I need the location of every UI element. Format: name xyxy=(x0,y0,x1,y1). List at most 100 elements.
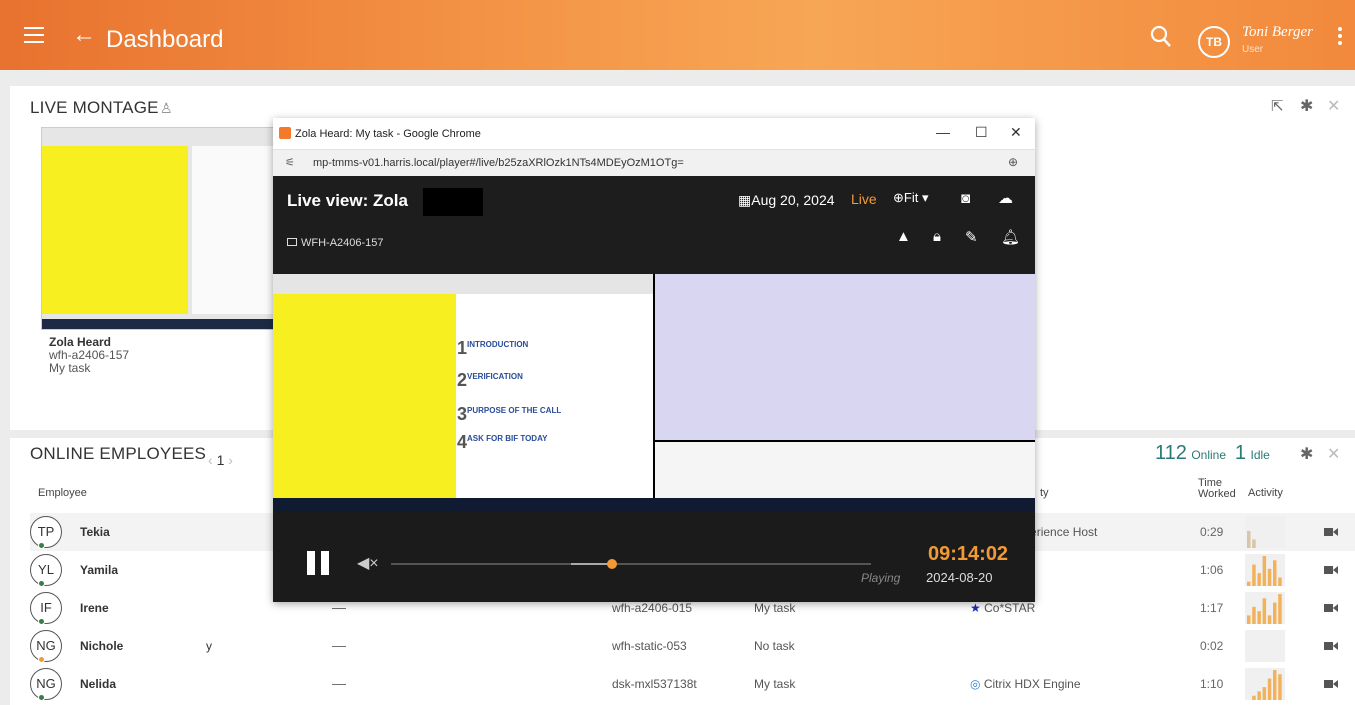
employee-name[interactable]: Nichole xyxy=(80,639,123,653)
more-options-icon[interactable] xyxy=(1338,27,1342,48)
montage-tile-task: My task xyxy=(49,361,91,375)
activity-sparkline[interactable] xyxy=(1245,592,1285,624)
user-avatar[interactable]: TB xyxy=(1198,26,1230,58)
calendar-date[interactable]: ▦Aug 20, 2024 xyxy=(738,192,835,209)
employee-name[interactable]: Yamila xyxy=(80,563,118,577)
employee-name[interactable]: Nelida xyxy=(80,677,116,691)
video-camera-icon[interactable] xyxy=(1324,678,1338,690)
activity-bar xyxy=(1247,530,1251,548)
site-settings-icon[interactable]: ⚟ xyxy=(285,156,295,169)
lock-icon[interactable]: 🔒︎ xyxy=(933,228,941,245)
settings-icon[interactable]: ✱ xyxy=(1300,96,1313,116)
cloud-icon[interactable]: ☁ xyxy=(998,189,1013,207)
activity-bar xyxy=(1257,573,1261,586)
playback-date: 2024-08-20 xyxy=(926,570,993,585)
camera-icon[interactable]: ◙ xyxy=(961,190,970,207)
next-page-button[interactable]: › xyxy=(228,452,233,468)
fit-dropdown[interactable]: ⊕Fit ▾ xyxy=(893,190,928,206)
activity-bar xyxy=(1267,678,1272,700)
employees-close-icon[interactable]: ✕ xyxy=(1327,444,1340,464)
employee-host: wfh-a2406-015 xyxy=(612,601,693,615)
maximize-icon[interactable]: ☐ xyxy=(975,124,988,141)
column-activity[interactable]: Activity xyxy=(1248,487,1283,499)
mute-icon[interactable]: ◀× xyxy=(357,553,379,573)
activity-bar xyxy=(1252,695,1256,700)
playback-slider[interactable] xyxy=(391,559,871,569)
column-employee[interactable]: Employee xyxy=(38,487,87,499)
employee-avatar[interactable]: TP xyxy=(30,516,62,548)
online-employees-title: ONLINE EMPLOYEES xyxy=(30,444,207,463)
zoom-icon[interactable]: ⊕ xyxy=(1008,155,1018,169)
video-camera-icon[interactable] xyxy=(1324,640,1338,652)
activity-sparkline[interactable] xyxy=(1245,516,1285,548)
activity-sparkline[interactable] xyxy=(1245,668,1285,700)
video-camera-icon[interactable] xyxy=(1324,564,1338,576)
activity-bar xyxy=(1257,611,1261,624)
employee-host: wfh-static-053 xyxy=(612,639,687,653)
live-indicator[interactable]: Live xyxy=(851,191,877,207)
person-icon[interactable]: ♙ xyxy=(160,100,173,117)
doc-heading-ask: ASK FOR BIF TODAY xyxy=(467,434,548,443)
activity-bar xyxy=(1278,594,1282,624)
online-stats: 112 Online 1 Idle xyxy=(1155,442,1270,465)
video-camera-icon[interactable] xyxy=(1324,602,1338,614)
activity-bar xyxy=(1252,564,1256,586)
employee-avatar[interactable]: NG xyxy=(30,630,62,662)
employee-dash: — xyxy=(332,675,346,691)
employee-application: ★ Co*STAR xyxy=(970,601,1035,615)
employee-avatar[interactable]: IF xyxy=(30,592,62,624)
monitor-icon xyxy=(287,238,297,246)
popout-icon[interactable]: ⇱ xyxy=(1271,97,1284,115)
employees-settings-icon[interactable]: ✱ xyxy=(1300,444,1313,464)
employee-avatar[interactable]: NG xyxy=(30,668,62,700)
activity-bar xyxy=(1252,606,1256,624)
url-text[interactable]: mp-tmms-v01.harris.local/player#/live/b2… xyxy=(313,157,684,169)
playback-time: 09:14:02 xyxy=(928,543,1009,565)
activity-bar xyxy=(1273,560,1277,586)
prev-page-button[interactable]: ‹ xyxy=(208,452,213,468)
employee-avatar[interactable]: YL xyxy=(30,554,62,586)
top-bar: ← Dashboard TB Toni Berger User xyxy=(0,0,1355,70)
table-row[interactable]: NG Nelida — dsk-mxl537138t My task ◎ Citrix H… xyxy=(30,665,1355,703)
employee-dash: — xyxy=(332,637,346,653)
live-view-window: Zola Heard: My task - Google Chrome — ☐ … xyxy=(273,118,1035,602)
table-row[interactable]: NG Nichole y — wfh-static-053 No task 0:02 xyxy=(30,627,1355,665)
window-close-icon[interactable]: ✕ xyxy=(1010,124,1022,141)
montage-tile-host: wfh-a2406-157 xyxy=(49,348,130,362)
employee-task: My task xyxy=(754,601,796,615)
column-application[interactable]: ty xyxy=(1040,487,1049,499)
activity-sparkline[interactable] xyxy=(1245,554,1285,586)
pagination: ‹ 1 › xyxy=(208,452,233,468)
time-worked: 1:06 xyxy=(1200,563,1224,577)
time-worked: 1:17 xyxy=(1200,601,1224,615)
status-dot xyxy=(38,694,45,701)
employee-name[interactable]: Tekia xyxy=(80,525,110,539)
warning-icon[interactable]: ▲ xyxy=(896,228,911,245)
satellite-icon[interactable]: ✎ xyxy=(965,228,978,246)
pause-button[interactable] xyxy=(307,551,333,575)
idle-label: Idle xyxy=(1250,448,1270,462)
close-icon[interactable]: ✕ xyxy=(1327,96,1340,116)
search-icon[interactable] xyxy=(1150,25,1172,49)
minimize-icon[interactable]: — xyxy=(936,124,950,140)
montage-tile-thumbnail[interactable] xyxy=(41,127,294,330)
app-name: Co*STAR xyxy=(984,601,1036,615)
column-time-worked[interactable]: Time Worked xyxy=(1198,478,1240,500)
slider-knob[interactable] xyxy=(606,559,617,569)
menu-icon[interactable] xyxy=(24,27,44,48)
device-name: WFH-A2406-157 xyxy=(301,237,384,249)
current-page: 1 xyxy=(216,452,225,468)
status-dot xyxy=(38,618,45,625)
online-label: Online xyxy=(1191,448,1227,462)
time-worked: 0:29 xyxy=(1200,525,1224,539)
user-name: Toni Berger xyxy=(1242,24,1313,40)
bell-icon[interactable]: 🔔︎ xyxy=(1001,228,1020,246)
back-arrow-icon[interactable]: ← xyxy=(72,23,96,47)
employee-task: No task xyxy=(754,639,795,653)
remote-screen-view[interactable]: 1 INTRODUCTION 2 VERIFICATION 3 PURPOSE … xyxy=(273,274,1035,512)
video-camera-icon[interactable] xyxy=(1324,526,1338,538)
address-bar[interactable]: ⚟ mp-tmms-v01.harris.local/player#/live/… xyxy=(273,150,1035,176)
activity-sparkline[interactable] xyxy=(1245,630,1285,662)
redaction-block xyxy=(423,188,483,216)
employee-name[interactable]: Irene xyxy=(80,601,109,615)
